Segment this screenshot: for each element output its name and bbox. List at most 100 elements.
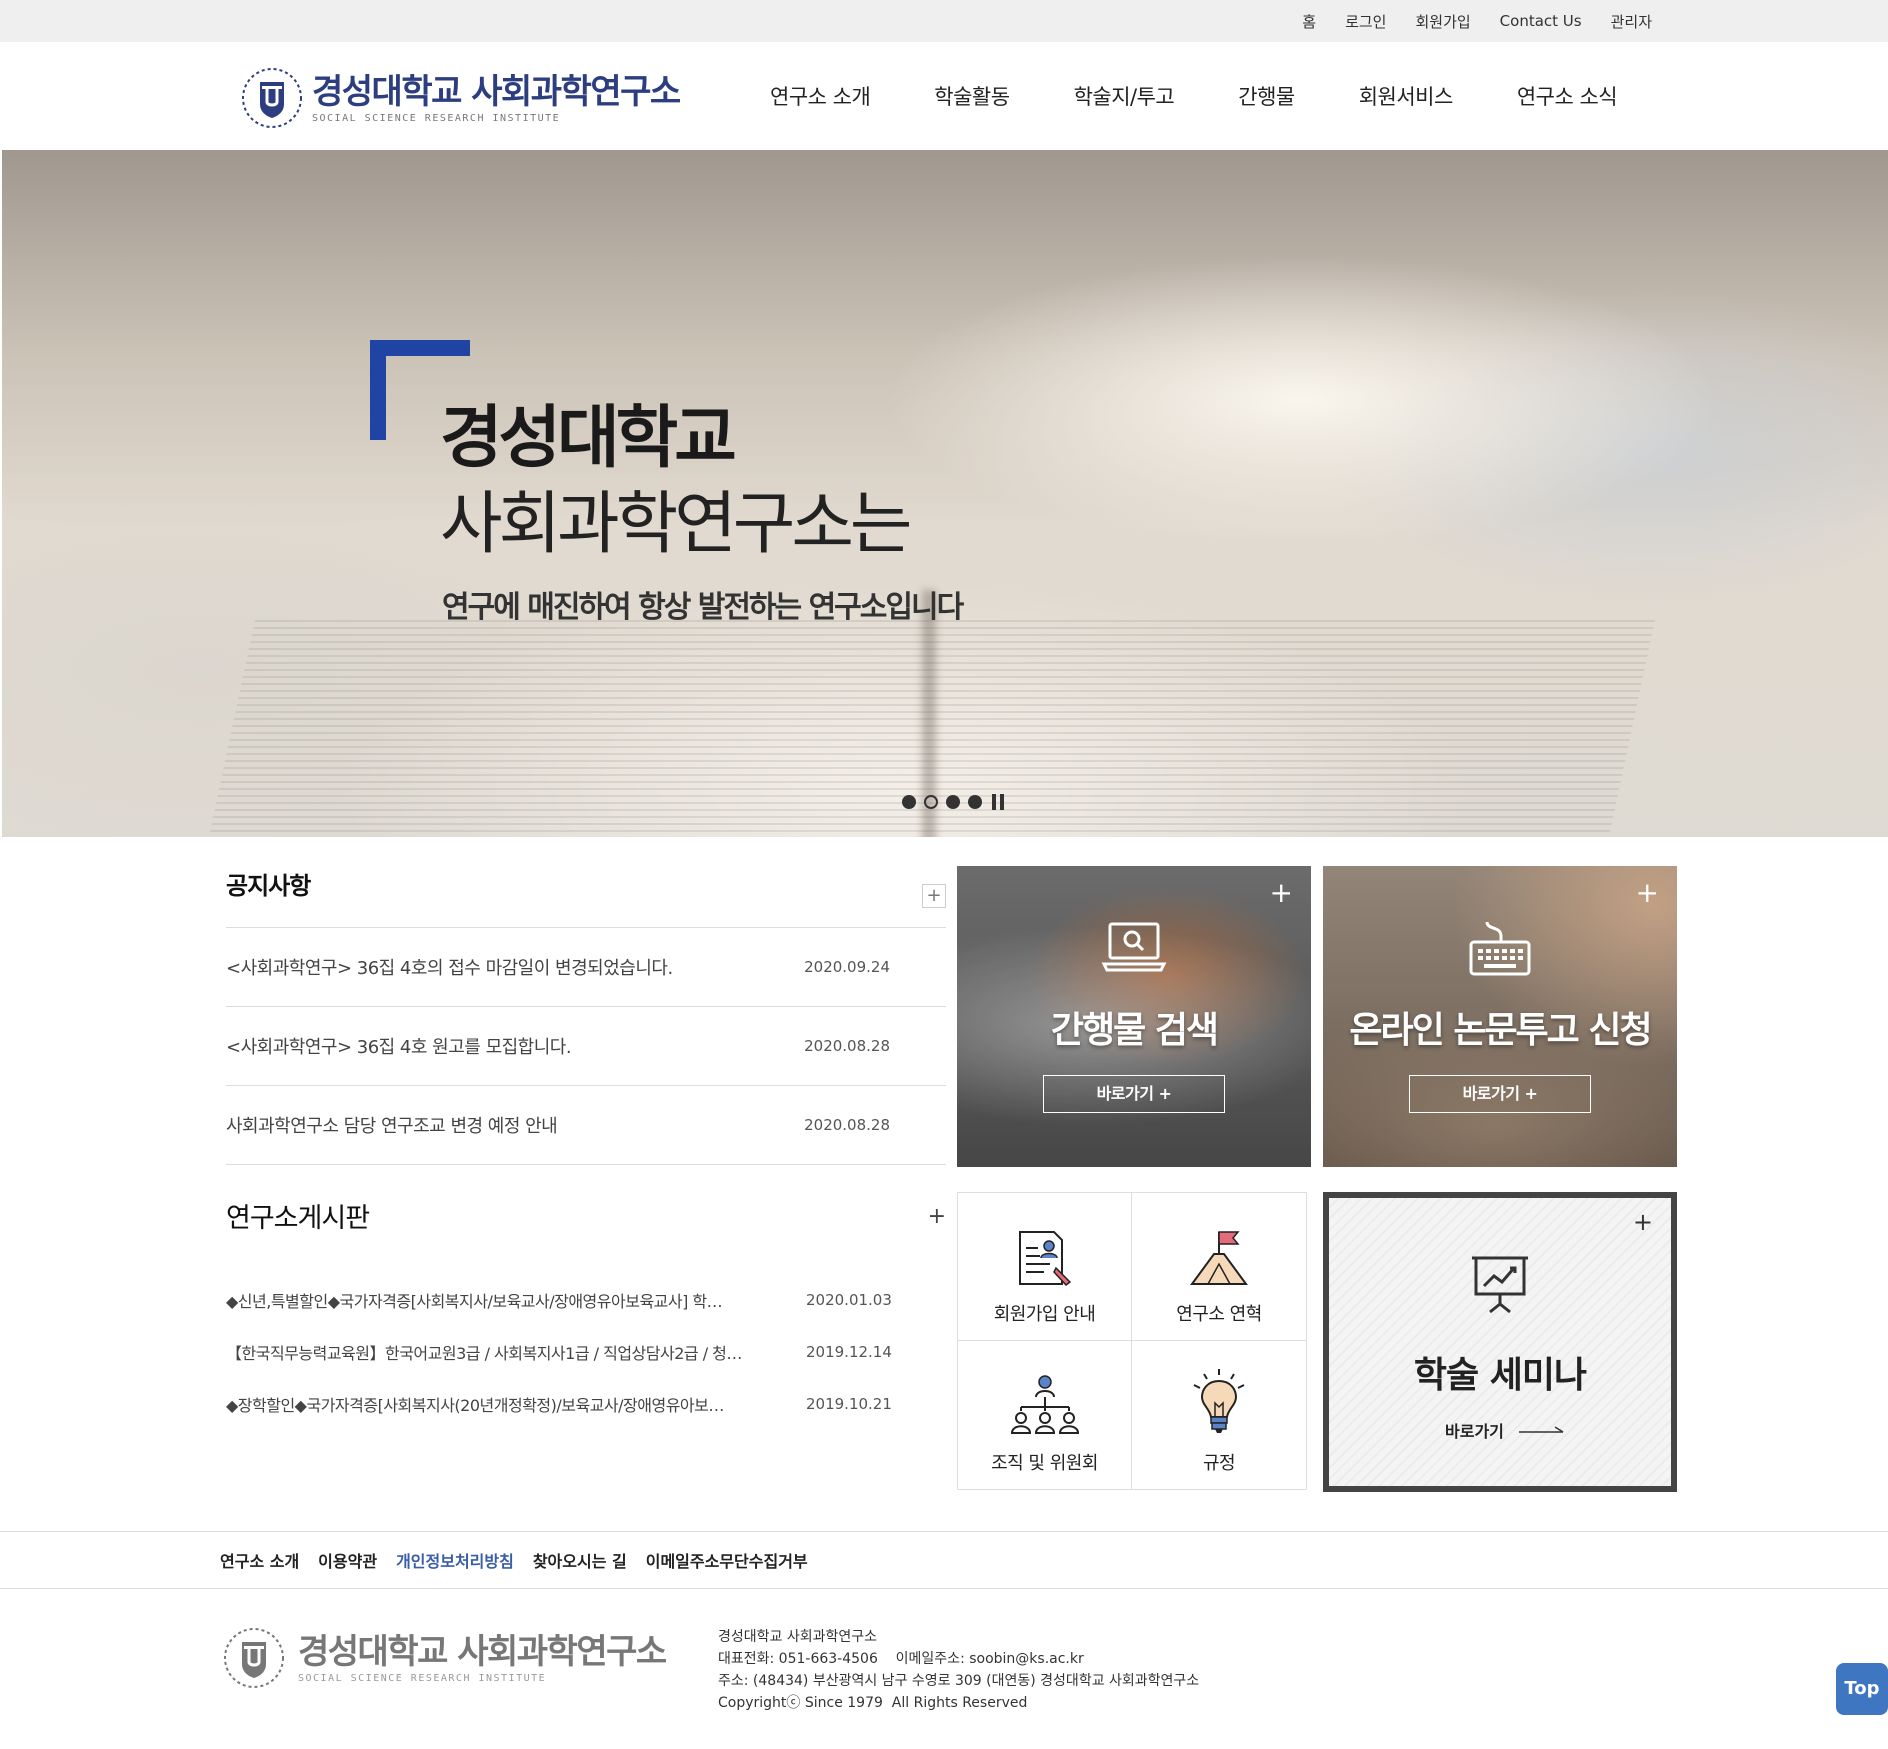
online-submission-button[interactable]: 바로가기 +	[1409, 1075, 1591, 1113]
nav-about[interactable]: 연구소 소개	[770, 81, 871, 111]
nav-news[interactable]: 연구소 소식	[1517, 81, 1618, 111]
quick-link-history[interactable]: 연구소 연혁	[1132, 1193, 1306, 1341]
quick-link-organization[interactable]: 조직 및 위원회	[958, 1341, 1132, 1489]
slide-dot-3[interactable]	[946, 795, 960, 809]
board-item-date: 2019.10.21	[806, 1395, 892, 1413]
quick-links-grid: 회원가입 안내 연구소 연혁 조직 및 위원회 규정	[957, 1192, 1307, 1490]
board-item[interactable]: ◆신년,특별할인◆국가자격증[사회복지사/보육교사/장애영유아보육교사] 학… …	[226, 1274, 946, 1326]
footer-org-name: 경성대학교 사회과학연구소	[718, 1629, 878, 1645]
lightbulb-icon	[1193, 1369, 1245, 1433]
logo-title: 경성대학교 사회과학연구소	[312, 71, 681, 112]
academic-seminar-box[interactable]: + 학술 세미나 바로가기	[1323, 1192, 1677, 1492]
footer-link-email-policy[interactable]: 이메일주소무단수집거부	[646, 1548, 808, 1572]
notice-item-title: <사회과학연구> 36집 4호의 접수 마감일이 변경되었습니다.	[226, 958, 673, 979]
footer-address: 주소: (48434) 부산광역시 남구 수영로 309 (대연동) 경성대학교…	[718, 1673, 1200, 1689]
footer-link-terms[interactable]: 이용약관	[318, 1548, 377, 1572]
footer-link-about[interactable]: 연구소 소개	[220, 1548, 299, 1572]
university-emblem-icon	[242, 68, 302, 128]
board-item[interactable]: 【한국직무능력교육원】한국어교원3급 / 사회복지사1급 / 직업상담사2급 /…	[226, 1326, 946, 1378]
footer-copyright: Copyrightⓒ Since 1979 All Rights Reserve…	[718, 1695, 1028, 1711]
slide-dot-2[interactable]	[924, 795, 938, 809]
contact-link[interactable]: Contact Us	[1500, 12, 1582, 30]
site-logo[interactable]: 경성대학교 사회과학연구소 SOCIAL SCIENCE RESEARCH IN…	[240, 66, 681, 130]
notice-section: 공지사항 + <사회과학연구> 36집 4호의 접수 마감일이 변경되었습니다.…	[226, 866, 946, 1165]
quick-link-label: 회원가입 안내	[993, 1304, 1096, 1325]
hero-title-line1: 경성대학교	[440, 399, 737, 478]
home-link[interactable]: 홈	[1302, 11, 1316, 32]
signup-link[interactable]: 회원가입	[1415, 11, 1470, 32]
quick-link-membership[interactable]: 회원가입 안내	[958, 1193, 1132, 1341]
publication-search-card[interactable]: + 간행물 검색 바로가기 +	[957, 866, 1311, 1167]
keyboard-icon	[1469, 921, 1531, 976]
arrow-right-icon	[1519, 1426, 1564, 1433]
board-title: 연구소게시판	[226, 1203, 370, 1234]
board-section: 연구소게시판 + ◆신년,특별할인◆국가자격증[사회복지사/보육교사/장애영유아…	[226, 1196, 946, 1415]
notice-more-button[interactable]: +	[922, 884, 946, 908]
site-footer: 경성대학교 사회과학연구소 SOCIAL SCIENCE RESEARCH IN…	[0, 1590, 1888, 1749]
quick-link-label: 규정	[1202, 1453, 1236, 1474]
online-submission-title: 온라인 논문투고 신청	[1349, 1010, 1652, 1051]
footer-logo-subtitle: SOCIAL SCIENCE RESEARCH INSTITUTE	[298, 1672, 547, 1684]
board-more-button[interactable]: +	[928, 1204, 946, 1229]
utility-links: 홈 로그인 회원가입 Contact Us 관리자	[1273, 0, 1652, 42]
slider-controls	[902, 794, 1004, 810]
footer-link-privacy[interactable]: 개인정보처리방침	[396, 1548, 514, 1572]
university-emblem-icon	[224, 1628, 284, 1688]
flag-mountain-icon	[1190, 1231, 1248, 1285]
footer-link-directions[interactable]: 찾아오시는 길	[533, 1548, 627, 1572]
slide-dot-4[interactable]	[968, 795, 982, 809]
notice-item-date: 2020.08.28	[804, 1116, 890, 1134]
board-item-title: ◆장학할인◆국가자격증[사회복지사(20년개정확정)/보육교사/장애영유아보…	[226, 1396, 724, 1415]
logo-subtitle: SOCIAL SCIENCE RESEARCH INSTITUTE	[312, 112, 561, 124]
notice-item-date: 2020.09.24	[804, 958, 890, 976]
board-item-date: 2019.12.14	[806, 1343, 892, 1361]
slide-dot-1[interactable]	[902, 795, 916, 809]
footer-logo: 경성대학교 사회과학연구소 SOCIAL SCIENCE RESEARCH IN…	[222, 1626, 667, 1690]
plus-icon[interactable]: +	[1636, 876, 1659, 909]
footer-info: 경성대학교 사회과학연구소 대표전화: 051-663-4506 이메일주소: …	[718, 1626, 1199, 1714]
nav-activities[interactable]: 학술활동	[934, 81, 1010, 111]
board-item-title: ◆신년,특별할인◆국가자격증[사회복지사/보육교사/장애영유아보육교사] 학…	[226, 1292, 723, 1311]
footer-links: 연구소 소개 이용약관 개인정보처리방침 찾아오시는 길 이메일주소무단수집거부	[220, 1532, 827, 1588]
nav-journal[interactable]: 학술지/투고	[1074, 81, 1175, 111]
main-nav: 연구소 소개 학술활동 학술지/투고 간행물 회원서비스 연구소 소식	[770, 42, 1681, 150]
plus-icon[interactable]: +	[1270, 876, 1293, 909]
quick-link-regulations[interactable]: 규정	[1132, 1341, 1306, 1489]
quick-link-label: 조직 및 위원회	[991, 1453, 1098, 1474]
publication-search-button[interactable]: 바로가기 +	[1043, 1075, 1225, 1113]
pause-icon[interactable]	[992, 794, 1004, 810]
notice-item-title: <사회과학연구> 36집 4호 원고를 모집합니다.	[226, 1037, 572, 1058]
plus-icon[interactable]: +	[1633, 1208, 1653, 1236]
site-header: 경성대학교 사회과학연구소 SOCIAL SCIENCE RESEARCH IN…	[0, 42, 1888, 150]
footer-logo-title: 경성대학교 사회과학연구소	[298, 1631, 667, 1672]
login-link[interactable]: 로그인	[1345, 11, 1386, 32]
hero-title-line2: 사회과학연구소는	[440, 485, 912, 564]
board-item[interactable]: ◆장학할인◆국가자격증[사회복지사(20년개정확정)/보육교사/장애영유아보… …	[226, 1378, 946, 1430]
publication-search-title: 간행물 검색	[1050, 1010, 1219, 1051]
laptop-search-icon	[1101, 922, 1167, 972]
presentation-chart-icon	[1472, 1256, 1528, 1314]
board-item-date: 2020.01.03	[806, 1291, 892, 1309]
footer-links-bar: 연구소 소개 이용약관 개인정보처리방침 찾아오시는 길 이메일주소무단수집거부	[0, 1531, 1888, 1589]
board-item-title: 【한국직무능력교육원】한국어교원3급 / 사회복지사1급 / 직업상담사2급 /…	[226, 1344, 742, 1363]
notice-list: <사회과학연구> 36집 4호의 접수 마감일이 변경되었습니다. 2020.0…	[226, 927, 946, 1165]
notice-item[interactable]: 사회과학연구소 담당 연구조교 변경 예정 안내 2020.08.28	[226, 1086, 946, 1165]
seminar-title: 학술 세미나	[1413, 1355, 1587, 1396]
notice-item[interactable]: <사회과학연구> 36집 4호의 접수 마감일이 변경되었습니다. 2020.0…	[226, 928, 946, 1007]
notice-item-date: 2020.08.28	[804, 1037, 890, 1055]
scroll-top-button[interactable]: Top	[1836, 1663, 1888, 1715]
utility-bar: 홈 로그인 회원가입 Contact Us 관리자	[0, 0, 1888, 42]
hero-banner: 경성대학교 사회과학연구소는 연구에 매진하여 항상 발전하는 연구소입니다	[2, 150, 1888, 837]
nav-publications[interactable]: 간행물	[1238, 81, 1295, 111]
document-user-icon	[1018, 1231, 1071, 1287]
footer-contact: 대표전화: 051-663-4506 이메일주소: soobin@ks.ac.k…	[718, 1651, 1084, 1667]
notice-item[interactable]: <사회과학연구> 36집 4호 원고를 모집합니다. 2020.08.28	[226, 1007, 946, 1086]
notice-item-title: 사회과학연구소 담당 연구조교 변경 예정 안내	[226, 1116, 558, 1137]
admin-link[interactable]: 관리자	[1611, 11, 1652, 32]
nav-member-service[interactable]: 회원서비스	[1359, 81, 1454, 111]
org-chart-icon	[1010, 1375, 1079, 1434]
online-submission-card[interactable]: + 온라인 논문투고 신청 바로가기 +	[1323, 866, 1677, 1167]
hero-subtitle: 연구에 매진하여 항상 발전하는 연구소입니다	[442, 590, 964, 625]
seminar-go-button[interactable]: 바로가기	[1445, 1418, 1504, 1442]
quick-link-label: 연구소 연혁	[1176, 1304, 1262, 1325]
